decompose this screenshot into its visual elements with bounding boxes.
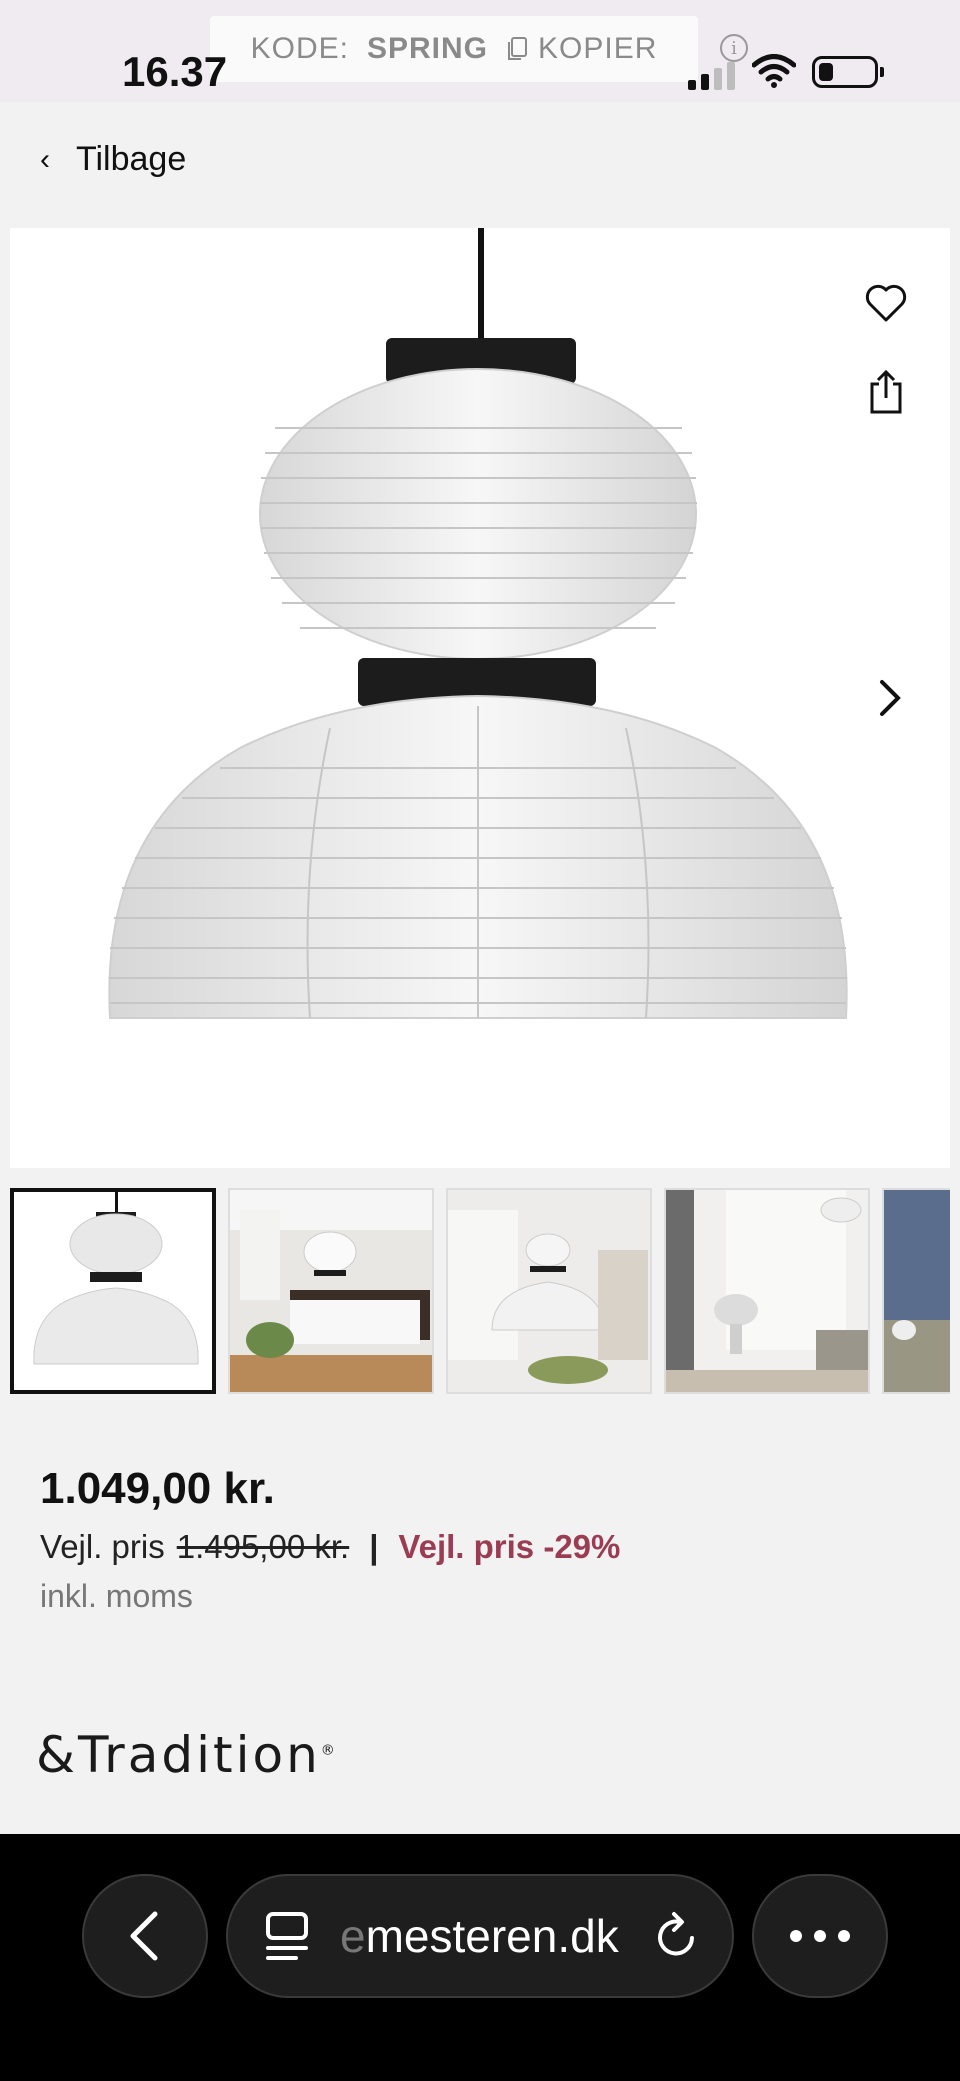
brand-name: &Tradition: [36, 1726, 321, 1784]
discount-label: Vejl. pris -29%: [398, 1528, 621, 1565]
url-prefix: e: [340, 1910, 366, 1962]
thumbnail-lamp-image: [14, 1192, 212, 1390]
thumbnail-2[interactable]: [228, 1188, 434, 1394]
lamp-illustration: [108, 228, 848, 1019]
back-arrow-icon: [130, 1911, 158, 1961]
promo-code-banner[interactable]: KODE: SPRING KOPIER: [210, 16, 698, 82]
back-label: Tilbage: [76, 140, 187, 178]
chevron-left-icon: ‹: [40, 142, 50, 176]
url-text: emesteren.dk: [340, 1909, 622, 1963]
thumbnail-strip[interactable]: [10, 1188, 950, 1394]
product-image[interactable]: [10, 228, 950, 1168]
url-domain: mesteren.dk: [365, 1910, 619, 1962]
copy-code-button[interactable]: KOPIER: [506, 32, 657, 66]
signal-icon: [688, 62, 735, 90]
browser-toolbar: emesteren.dk: [0, 1834, 960, 2081]
thumbnail-4[interactable]: [664, 1188, 870, 1394]
address-bar[interactable]: emesteren.dk: [226, 1874, 734, 1998]
vat-note: inkl. moms: [40, 1578, 193, 1614]
thumbnail-livingroom-image: [448, 1190, 650, 1392]
thumbnail-5[interactable]: [882, 1188, 950, 1394]
browser-back-button[interactable]: [82, 1874, 208, 1998]
reload-icon[interactable]: [652, 1910, 700, 1962]
info-icon[interactable]: i: [720, 34, 748, 62]
promo-label: KODE:: [250, 32, 349, 65]
back-link[interactable]: ‹ Tilbage: [40, 140, 186, 179]
rrp-row: Vejl. pris 1.495,00 kr. | Vejl. pris -29…: [40, 1528, 620, 1566]
battery-icon: [812, 56, 884, 88]
brand-logo[interactable]: &Tradition®: [36, 1726, 338, 1784]
clock: 16.37: [122, 48, 228, 95]
rrp-separator: |: [369, 1528, 379, 1565]
thumbnail-3[interactable]: [446, 1188, 652, 1394]
more-icon: [790, 1930, 850, 1942]
copy-icon: [508, 37, 527, 60]
tabs-icon: [266, 1912, 308, 1960]
thumbnail-kitchen-image: [230, 1190, 432, 1392]
rrp-value: 1.495,00 kr.: [176, 1528, 350, 1565]
status-bar: KODE: SPRING KOPIER 16.37 i: [0, 0, 960, 102]
product-price: 1.049,00 kr.: [40, 1464, 275, 1513]
more-options-button[interactable]: [752, 1874, 888, 1998]
wifi-icon: [752, 54, 796, 88]
promo-code: SPRING: [366, 32, 488, 65]
rrp-label: Vejl. pris: [40, 1528, 165, 1565]
brand-trademark: ®: [320, 1742, 338, 1759]
share-icon[interactable]: [866, 368, 906, 416]
thumbnail-sofa-image: [884, 1190, 950, 1392]
copy-label: KOPIER: [538, 32, 658, 65]
heart-icon[interactable]: [862, 278, 910, 326]
chevron-right-icon[interactable]: [870, 668, 910, 728]
thumbnail-table-lamp-image: [666, 1190, 868, 1392]
thumbnail-1[interactable]: [10, 1188, 216, 1394]
